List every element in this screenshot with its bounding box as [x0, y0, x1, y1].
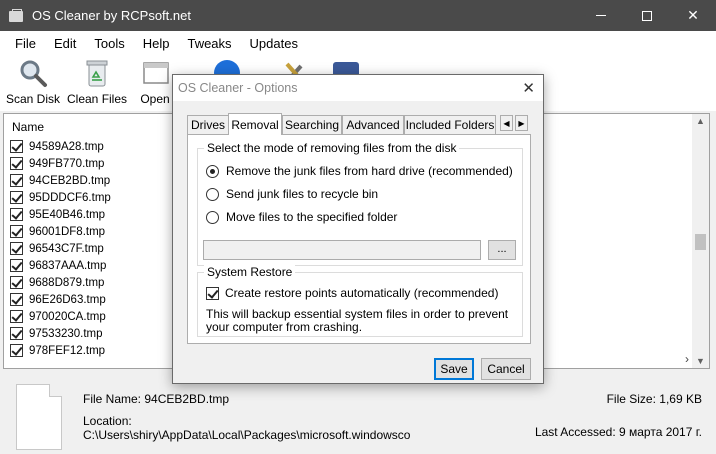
- scroll-right-icon[interactable]: ›: [685, 352, 689, 366]
- checkbox[interactable]: [10, 344, 23, 357]
- file-icon: [16, 384, 62, 450]
- list-item[interactable]: 95E40B46.tmp: [10, 206, 105, 223]
- dialog-title-bar: OS Cleaner - Options: [173, 75, 543, 101]
- menu-file[interactable]: File: [6, 36, 45, 51]
- list-item[interactable]: 94CEB2BD.tmp: [10, 172, 110, 189]
- menu-bar: File Edit Tools Help Tweaks Updates: [0, 31, 716, 55]
- list-item[interactable]: 96E26D63.tmp: [10, 291, 106, 308]
- checkbox[interactable]: [10, 276, 23, 289]
- tab-scroll-left-icon[interactable]: ◀: [500, 115, 513, 131]
- checkbox[interactable]: [10, 208, 23, 221]
- list-item[interactable]: 94589A28.tmp: [10, 138, 104, 155]
- clean-files-button[interactable]: Clean Files: [67, 58, 127, 106]
- save-button[interactable]: Save: [434, 358, 474, 380]
- tab-searching[interactable]: Searching: [282, 115, 342, 134]
- checkbox[interactable]: [10, 225, 23, 238]
- checkbox[interactable]: [10, 174, 23, 187]
- checkbox[interactable]: [10, 259, 23, 272]
- radio-button[interactable]: [206, 210, 219, 224]
- radio-recycle-bin[interactable]: Send junk files to recycle bin: [206, 187, 378, 201]
- tab-scroll-right-icon[interactable]: ▶: [515, 115, 528, 131]
- recycle-bin-icon: [86, 60, 108, 87]
- checkbox[interactable]: [10, 140, 23, 153]
- close-icon: ✕: [687, 7, 699, 23]
- window-title: OS Cleaner by RCPsoft.net: [32, 8, 191, 23]
- browse-button[interactable]: ...: [488, 240, 516, 260]
- list-item[interactable]: 95DDDCF6.tmp: [10, 189, 111, 206]
- list-item[interactable]: 97533230.tmp: [10, 325, 103, 342]
- radio-button[interactable]: [206, 187, 219, 201]
- system-restore-group: System Restore Create restore points aut…: [197, 265, 523, 337]
- checkbox[interactable]: [10, 242, 23, 255]
- list-item[interactable]: 96001DF8.tmp: [10, 223, 105, 240]
- menu-help[interactable]: Help: [134, 36, 179, 51]
- app-icon: [8, 8, 24, 24]
- open-window-icon: [143, 62, 169, 84]
- radio-button[interactable]: [206, 164, 219, 178]
- list-item[interactable]: 978FEF12.tmp: [10, 342, 105, 359]
- scan-disk-label: Scan Disk: [6, 92, 61, 106]
- tab-drives[interactable]: Drives: [187, 115, 229, 134]
- file-name-info: File Name: 94CEB2BD.tmp: [83, 392, 230, 406]
- menu-tweaks[interactable]: Tweaks: [178, 36, 240, 51]
- minimize-button[interactable]: [578, 0, 624, 31]
- options-dialog: OS Cleaner - Options ✕ Drives Removal Se…: [172, 74, 544, 384]
- maximize-button[interactable]: [624, 0, 670, 31]
- radio-move-files[interactable]: Move files to the specified folder: [206, 210, 397, 224]
- checkbox[interactable]: [10, 327, 23, 340]
- checkbox[interactable]: [10, 191, 23, 204]
- checkbox[interactable]: [10, 157, 23, 170]
- tab-advanced[interactable]: Advanced: [342, 115, 404, 134]
- open-button[interactable]: Open: [140, 58, 170, 106]
- tab-included-folders[interactable]: Included Folders: [404, 115, 496, 134]
- tab-removal[interactable]: Removal: [228, 113, 282, 135]
- maximize-icon: [642, 10, 652, 21]
- cancel-button[interactable]: Cancel: [481, 358, 531, 380]
- radio-remove-junk[interactable]: Remove the junk files from hard drive (r…: [206, 164, 513, 178]
- last-accessed-info: Last Accessed: 9 марта 2017 г.: [534, 425, 702, 439]
- checkbox[interactable]: [10, 310, 23, 323]
- dialog-close-icon[interactable]: ✕: [522, 79, 535, 97]
- menu-updates[interactable]: Updates: [241, 36, 307, 51]
- list-item[interactable]: 949FB770.tmp: [10, 155, 104, 172]
- close-button[interactable]: ✕: [670, 0, 716, 31]
- scan-disk-button[interactable]: Scan Disk: [6, 58, 60, 106]
- clean-files-label: Clean Files: [67, 92, 128, 106]
- checkbox[interactable]: [10, 293, 23, 306]
- location-label: Location:: [83, 414, 132, 428]
- scroll-down-icon[interactable]: ▼: [696, 356, 705, 366]
- dialog-title: OS Cleaner - Options: [178, 81, 298, 95]
- minimize-icon: [596, 15, 606, 16]
- scroll-up-icon[interactable]: ▲: [696, 116, 705, 126]
- menu-tools[interactable]: Tools: [85, 36, 133, 51]
- scroll-thumb[interactable]: [695, 234, 706, 250]
- restore-points-checkbox[interactable]: [206, 286, 219, 300]
- location-value: C:\Users\shiry\AppData\Local\Packages\mi…: [83, 428, 411, 442]
- menu-edit[interactable]: Edit: [45, 36, 85, 51]
- restore-points-checkbox-row[interactable]: Create restore points automatically (rec…: [206, 286, 498, 300]
- removal-mode-group: Select the mode of removing files from t…: [197, 141, 523, 266]
- list-item[interactable]: 96543C7F.tmp: [10, 240, 104, 257]
- open-label: Open: [140, 92, 170, 106]
- magnifier-icon: [20, 60, 48, 87]
- removal-tab-page: Select the mode of removing files from t…: [187, 134, 531, 344]
- vertical-scrollbar[interactable]: ▲ ▼: [692, 114, 709, 368]
- folder-path-input[interactable]: [203, 240, 481, 260]
- list-item[interactable]: 96837AAA.tmp: [10, 257, 106, 274]
- file-size-info: File Size: 1,69 KB: [606, 392, 702, 406]
- removal-group-title: Select the mode of removing files from t…: [204, 141, 460, 155]
- list-item[interactable]: 970020CA.tmp: [10, 308, 106, 325]
- restore-hint-text: This will backup essential system files …: [206, 307, 509, 334]
- restore-group-title: System Restore: [204, 265, 296, 279]
- list-item[interactable]: 9688D879.tmp: [10, 274, 104, 291]
